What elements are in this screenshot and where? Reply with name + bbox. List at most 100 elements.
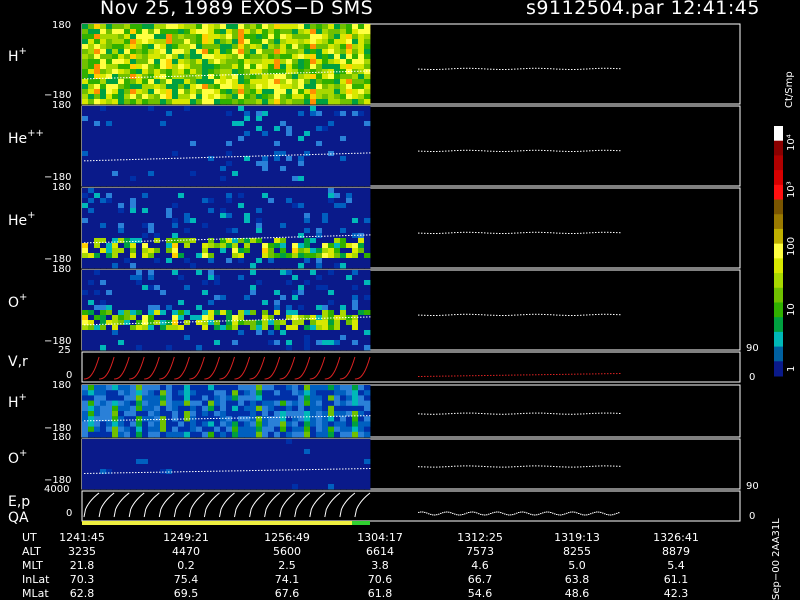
heat-cell	[106, 400, 113, 407]
trace-point	[168, 76, 170, 77]
trace-point	[102, 472, 104, 474]
heat-cell	[328, 484, 335, 490]
heat-cell	[172, 459, 179, 465]
heat-cell	[364, 248, 371, 254]
heat-cell	[352, 126, 359, 132]
heat-cell	[214, 69, 221, 75]
heat-cell	[322, 243, 329, 249]
heat-cell	[106, 300, 113, 306]
trace-point	[129, 241, 131, 243]
trace-point	[309, 154, 311, 156]
heat-cell	[178, 116, 185, 122]
heat-cell	[304, 270, 311, 276]
heat-cell	[202, 300, 209, 306]
heat-cell	[184, 59, 191, 65]
trace-point	[177, 157, 179, 159]
heat-cell	[118, 454, 125, 460]
trace-point	[559, 150, 561, 152]
heat-cell	[118, 320, 125, 326]
heat-cell	[274, 203, 281, 209]
trace-point	[309, 236, 311, 238]
trace-point	[478, 314, 480, 316]
heat-cell	[298, 439, 305, 445]
heat-cell	[298, 218, 305, 224]
heat-cell	[244, 469, 251, 475]
trace-point	[442, 413, 444, 415]
heat-cell	[358, 166, 365, 172]
trace-point	[234, 417, 236, 419]
heat-cell	[250, 395, 257, 401]
trace-point	[225, 74, 227, 76]
heat-cell	[82, 29, 89, 35]
heat-cell	[262, 474, 269, 480]
trace-point	[336, 235, 338, 237]
trace-point	[508, 314, 510, 316]
heat-cell	[94, 340, 101, 346]
heat-cell	[100, 171, 107, 177]
heat-cell	[328, 275, 335, 281]
trace-point	[189, 471, 191, 473]
heat-cell	[124, 474, 131, 480]
trace-point	[475, 465, 477, 467]
heat-cell	[100, 223, 107, 229]
heat-cell	[130, 84, 137, 90]
heat-cell	[328, 258, 335, 264]
heat-cell	[304, 454, 311, 460]
heat-cell	[82, 405, 89, 412]
trace-point	[514, 150, 516, 152]
heat-cell	[94, 213, 101, 219]
heat-cell	[196, 335, 203, 341]
heat-cell	[220, 459, 227, 465]
heat-cell	[358, 44, 365, 50]
heat-cell	[178, 99, 185, 105]
heat-cell	[184, 84, 191, 90]
heat-cell	[184, 295, 191, 301]
trace-point	[120, 419, 122, 421]
heat-cell	[178, 193, 185, 199]
heat-cell	[316, 295, 323, 301]
heat-cell	[166, 146, 173, 152]
heat-cell	[298, 166, 305, 172]
heat-cell	[130, 285, 137, 291]
heat-cell	[142, 340, 149, 346]
heat-cell	[340, 218, 347, 224]
heat-cell	[124, 335, 131, 341]
heat-cell	[208, 258, 215, 264]
heat-cell	[88, 335, 95, 341]
heat-cell	[160, 89, 167, 95]
heat-cell	[190, 243, 197, 249]
trace-point	[327, 153, 329, 155]
heat-cell	[130, 126, 137, 132]
heat-cell	[166, 161, 173, 167]
trace-point	[246, 237, 248, 239]
heat-cell	[172, 390, 179, 396]
heat-cell	[286, 484, 293, 490]
heat-cell	[292, 400, 299, 407]
heat-cell	[160, 131, 167, 137]
trace-point	[93, 472, 95, 474]
heat-cell	[184, 431, 191, 438]
heat-cell	[358, 79, 365, 85]
trace-point	[348, 468, 350, 470]
heat-cell	[196, 439, 203, 445]
heat-cell	[232, 464, 239, 470]
trace-point	[117, 159, 119, 161]
heat-cell	[298, 345, 305, 351]
heat-cell	[340, 44, 347, 50]
heat-cell	[154, 141, 161, 147]
heat-cell	[94, 345, 101, 351]
heat-cell	[346, 270, 353, 276]
heat-cell	[100, 208, 107, 214]
heat-cell	[160, 385, 167, 391]
heat-cell	[238, 24, 245, 30]
heat-cell	[250, 416, 257, 422]
heat-cell	[220, 64, 227, 70]
heat-cell	[106, 39, 113, 45]
heat-cell	[202, 243, 209, 249]
trace-point	[141, 240, 143, 242]
trace-point	[538, 313, 540, 315]
heat-cell	[340, 345, 347, 351]
heat-cell	[160, 248, 167, 254]
heat-cell	[256, 330, 263, 336]
heat-cell	[268, 449, 275, 455]
